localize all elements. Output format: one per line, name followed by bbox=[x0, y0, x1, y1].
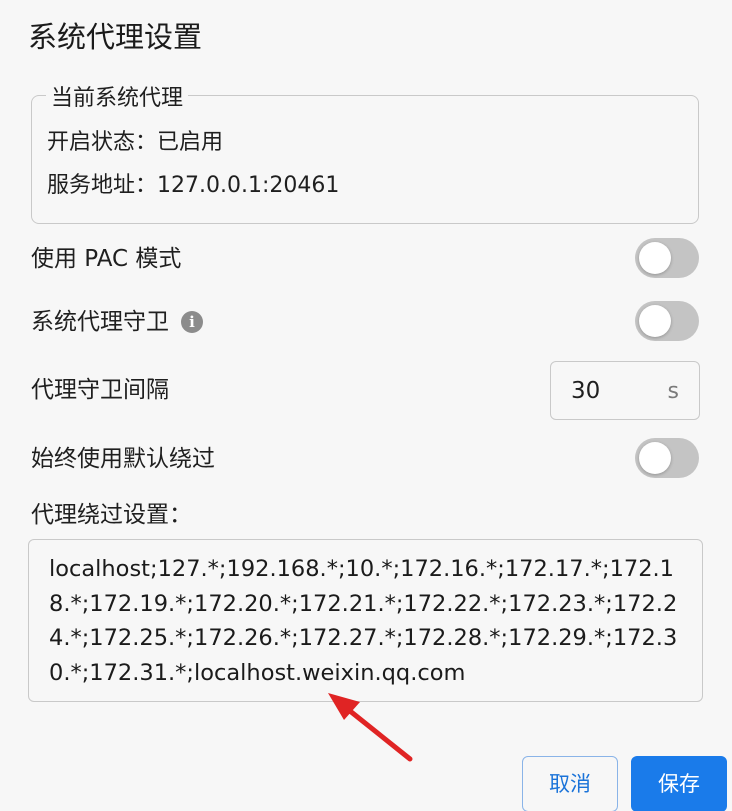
current-proxy-legend: 当前系统代理 bbox=[46, 84, 189, 114]
guard-interval-label-text: 代理守卫间隔 bbox=[31, 377, 169, 403]
status-row: 开启状态：已启用 bbox=[47, 128, 223, 158]
current-proxy-group bbox=[31, 95, 699, 224]
status-label: 开启状态： bbox=[47, 130, 158, 155]
proxy-guard-label: 系统代理守卫 i bbox=[31, 306, 203, 338]
bypass-text[interactable]: localhost;127.*;192.168.*;10.*;172.16.*;… bbox=[49, 552, 684, 690]
default-bypass-toggle[interactable] bbox=[635, 438, 699, 478]
toggle-knob bbox=[639, 442, 671, 474]
system-proxy-dialog: 系统代理设置 当前系统代理 开启状态：已启用 服务地址：127.0.0.1:20… bbox=[0, 0, 732, 811]
bypass-textarea[interactable]: localhost;127.*;192.168.*;10.*;172.16.*;… bbox=[28, 539, 703, 702]
save-button[interactable]: 保存 bbox=[631, 756, 727, 811]
guard-interval-unit: s bbox=[667, 379, 679, 404]
toggle-knob bbox=[639, 305, 671, 337]
default-bypass-label: 始终使用默认绕过 bbox=[31, 443, 215, 475]
proxy-guard-toggle[interactable] bbox=[635, 301, 699, 341]
pac-mode-toggle[interactable] bbox=[635, 238, 699, 278]
guard-interval-input[interactable]: 30 s bbox=[550, 361, 700, 420]
dialog-title: 系统代理设置 bbox=[28, 20, 203, 54]
address-label: 服务地址： bbox=[47, 173, 158, 198]
default-bypass-label-text: 始终使用默认绕过 bbox=[31, 446, 215, 472]
proxy-guard-label-text: 系统代理守卫 bbox=[31, 309, 169, 335]
bypass-settings-label: 代理绕过设置： bbox=[31, 502, 192, 528]
cancel-button[interactable]: 取消 bbox=[522, 756, 618, 811]
address-row: 服务地址：127.0.0.1:20461 bbox=[47, 171, 339, 201]
guard-interval-value[interactable]: 30 bbox=[571, 375, 600, 407]
info-icon[interactable]: i bbox=[181, 311, 203, 333]
guard-interval-label: 代理守卫间隔 bbox=[31, 374, 169, 406]
pac-mode-label: 使用 PAC 模式 bbox=[31, 243, 181, 275]
toggle-knob bbox=[639, 242, 671, 274]
address-value: 127.0.0.1:20461 bbox=[157, 173, 340, 198]
pac-mode-label-text: 使用 PAC 模式 bbox=[31, 246, 182, 272]
status-value: 已启用 bbox=[157, 130, 224, 155]
